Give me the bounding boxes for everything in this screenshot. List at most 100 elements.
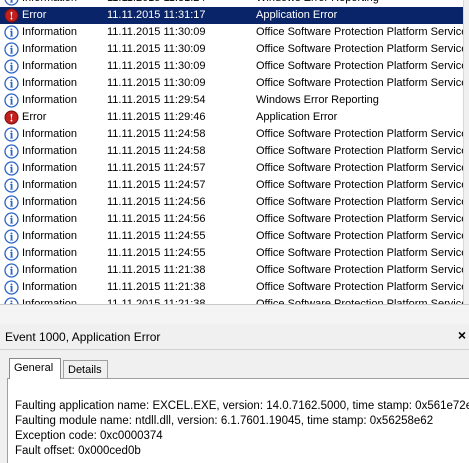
event-row[interactable]: ! Error 11.11.2015 11:31:17 Application Err… — [0, 7, 463, 24]
event-date: 11.11.2015 11:21:38 — [107, 281, 206, 293]
info-icon: i — [4, 25, 19, 40]
event-source: Office Software Protection Platform Serv… — [256, 281, 463, 293]
description-line: Exception code: 0xc0000374 — [15, 430, 163, 442]
error-icon: ! — [4, 8, 19, 23]
tab-details[interactable]: Details — [63, 360, 108, 379]
svg-text:i: i — [10, 63, 14, 74]
event-description[interactable]: Faulting application name: EXCEL.EXE, ve… — [15, 399, 469, 459]
event-row[interactable]: i Information 11.11.2015 11:30:09 Office So… — [0, 58, 463, 75]
event-source: Office Software Protection Platform Serv… — [256, 264, 463, 276]
event-list-scrollbar[interactable] — [463, 0, 469, 304]
event-row[interactable]: i Information 11.11.2015 11:29:54 Windows E… — [0, 92, 463, 109]
event-level: Information — [22, 43, 78, 55]
event-date: 11.11.2015 11:31:17 — [107, 9, 206, 21]
event-level: Information — [22, 94, 78, 106]
info-icon: i — [4, 195, 19, 210]
info-icon: i — [4, 229, 19, 244]
pane-splitter[interactable] — [0, 304, 469, 324]
event-level: Information — [22, 128, 78, 140]
event-level: Information — [22, 0, 77, 7]
info-icon: i — [4, 212, 19, 227]
event-row[interactable]: iInformation11.11.2015 11:21:38Office So… — [0, 296, 463, 304]
event-level: Information — [22, 60, 78, 72]
event-row[interactable]: i Information 11.11.2015 11:24:56 Office So… — [0, 211, 463, 228]
info-icon: i — [4, 280, 19, 295]
info-icon: i — [4, 76, 19, 91]
event-row[interactable]: i Information 11.11.2015 11:24:58 Office So… — [0, 143, 463, 160]
event-date: 11.11.2015 11:24:58 — [107, 128, 206, 140]
event-date: 11.11.2015 11:24:58 — [107, 145, 206, 157]
event-date: 11.11.2015 11:21:38 — [107, 264, 206, 276]
info-icon: i — [4, 127, 19, 142]
event-row[interactable]: i Information 11.11.2015 11:21:38 Office So… — [0, 279, 463, 296]
svg-text:i: i — [10, 0, 14, 6]
description-line: Faulting application name: EXCEL.EXE, ve… — [15, 400, 469, 412]
event-date: 11.11.2015 11:24:56 — [107, 196, 206, 208]
svg-text:i: i — [10, 182, 14, 193]
event-list[interactable]: iInformation11.11.2015 11:31:24Windows E… — [0, 0, 463, 304]
event-date: 11.11.2015 11:24:57 — [107, 162, 206, 174]
event-source: Office Software Protection Platform Serv… — [256, 298, 463, 304]
event-date: 11.11.2015 11:24:56 — [107, 213, 206, 225]
event-row[interactable]: i Information 11.11.2015 11:30:09 Office So… — [0, 75, 463, 92]
svg-text:i: i — [10, 233, 14, 244]
event-row[interactable]: i Information 11.11.2015 11:30:09 Office So… — [0, 41, 463, 58]
info-icon: i — [4, 297, 19, 304]
tab-general[interactable]: General — [9, 358, 61, 379]
event-level: Information — [22, 230, 78, 242]
event-source: Application Error — [256, 111, 338, 123]
description-line: Faulting module name: ntdll.dll, version… — [15, 415, 434, 427]
event-source: Windows Error Reporting — [256, 94, 379, 106]
event-source: Office Software Protection Platform Serv… — [256, 230, 463, 242]
svg-text:i: i — [10, 80, 14, 91]
event-source: Office Software Protection Platform Serv… — [256, 247, 463, 259]
event-source: Application Error — [256, 9, 338, 21]
info-icon: i — [4, 144, 19, 159]
event-row[interactable]: ! Error 11.11.2015 11:29:46 Application Err… — [0, 109, 463, 126]
svg-text:!: ! — [9, 114, 13, 125]
event-source: Office Software Protection Platform Serv… — [256, 26, 463, 38]
event-source: Office Software Protection Platform Serv… — [256, 43, 463, 55]
event-date: 11.11.2015 11:31:24 — [107, 0, 205, 7]
event-level: Information — [22, 264, 78, 276]
event-date: 11.11.2015 11:24:55 — [107, 247, 206, 259]
event-source: Office Software Protection Platform Serv… — [256, 77, 463, 89]
svg-text:i: i — [10, 165, 14, 176]
divider — [0, 349, 469, 350]
svg-text:i: i — [10, 199, 14, 210]
event-level: Information — [22, 281, 78, 293]
info-icon: i — [4, 93, 19, 108]
event-row[interactable]: i Information 11.11.2015 11:24:56 Office So… — [0, 194, 463, 211]
event-level: Information — [22, 213, 78, 225]
event-row[interactable]: iInformation 11.11.2015 11:21:38 Office So… — [0, 262, 463, 279]
event-source: Office Software Protection Platform Serv… — [256, 179, 463, 191]
event-level: Information — [22, 26, 78, 38]
event-row[interactable]: i Information 11.11.2015 11:24:57 Office So… — [0, 160, 463, 177]
svg-text:i: i — [10, 284, 14, 295]
event-level: Information — [22, 77, 78, 89]
event-level: Information — [22, 298, 78, 304]
info-icon: i — [4, 59, 19, 74]
error-icon: ! — [4, 110, 19, 125]
info-icon: i — [4, 0, 19, 6]
event-row[interactable]: i Information 11.11.2015 11:24:57 Office So… — [0, 177, 463, 194]
event-level: Error — [22, 9, 47, 21]
description-line: Fault offset: 0x000ced0b — [15, 445, 141, 457]
info-icon: i — [4, 42, 19, 57]
event-row[interactable]: i Information 11.11.2015 11:24:55 Office So… — [0, 245, 463, 262]
info-icon: i — [4, 263, 19, 278]
close-icon[interactable]: × — [456, 328, 468, 342]
event-level: Information — [22, 196, 78, 208]
event-row[interactable]: i Information 11.11.2015 11:24:58 Office So… — [0, 126, 463, 143]
info-icon: i — [4, 246, 19, 261]
event-row[interactable]: i Information 11.11.2015 11:30:09 Office So… — [0, 24, 463, 41]
event-level: Error — [22, 111, 47, 123]
info-icon: i — [4, 178, 19, 193]
event-date: 11.11.2015 11:30:09 — [107, 43, 206, 55]
event-row[interactable]: i Information 11.11.2015 11:31:24 Windows E… — [0, 0, 463, 7]
event-row[interactable]: i Information 11.11.2015 11:24:55 Office So… — [0, 228, 463, 245]
svg-text:i: i — [10, 216, 14, 227]
event-date: 11.11.2015 11:29:46 — [107, 111, 206, 123]
event-details-pane: Event 1000, Application Error × General … — [0, 324, 469, 463]
svg-text:i: i — [10, 29, 14, 40]
